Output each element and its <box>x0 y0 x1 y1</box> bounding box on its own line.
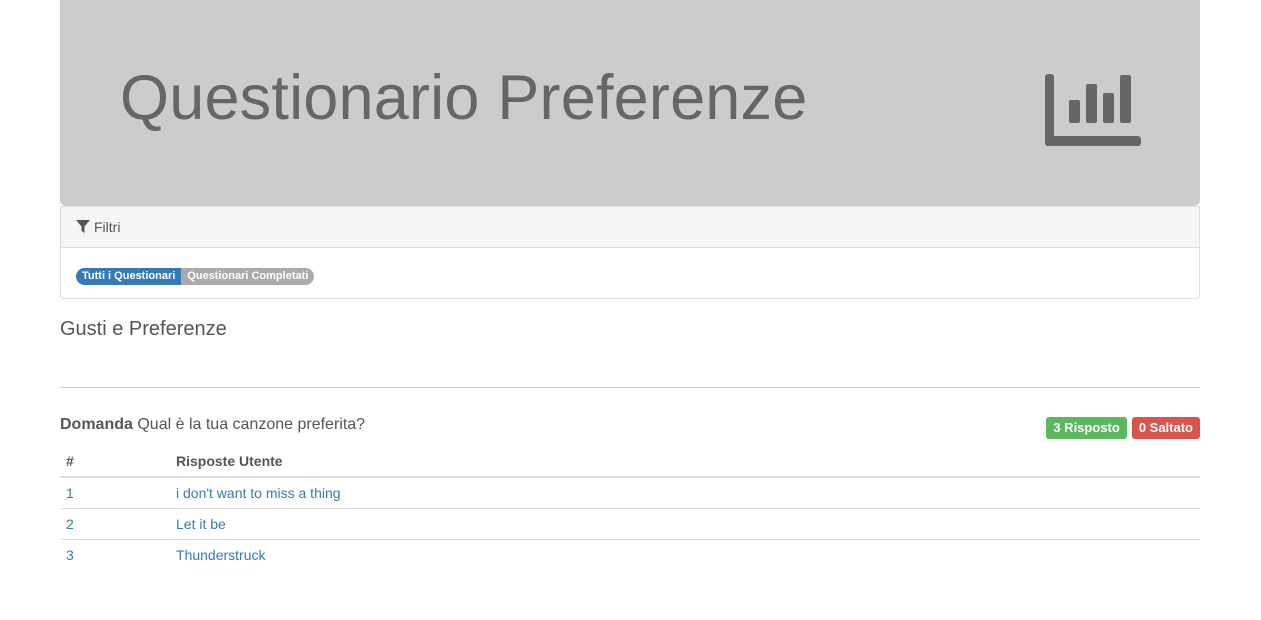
table-row: 3 Thunderstruck <box>60 539 1200 570</box>
filter-icon <box>76 220 90 233</box>
question-heading: Domanda Qual è la tua canzone preferita? <box>60 416 365 434</box>
divider <box>60 387 1200 388</box>
page-title: Questionario Preferenze <box>120 63 808 133</box>
question-stats: 3 Risposto 0 Saltato <box>1046 417 1200 439</box>
column-header-number: # <box>60 446 170 478</box>
answer-link[interactable]: Thunderstruck <box>176 547 265 563</box>
row-number-link[interactable]: 1 <box>66 485 74 501</box>
column-header-user-answers: Risposte Utente <box>170 446 1200 478</box>
bar-chart-icon <box>1045 74 1141 146</box>
answer-link[interactable]: i don't want to miss a thing <box>176 485 341 501</box>
table-row: 2 Let it be <box>60 508 1200 540</box>
answers-table: # Risposte Utente 1 i don't want to miss… <box>60 446 1200 570</box>
table-row: 1 i don't want to miss a thing <box>60 477 1200 509</box>
skipped-count-badge: 0 Saltato <box>1131 417 1200 439</box>
question-label: Domanda <box>60 416 133 433</box>
section-title: Gusti e Preferenze <box>60 318 227 340</box>
questionnaire-filter-toggle: Tutti i Questionari Questionari Completa… <box>76 268 315 285</box>
filters-panel: Filtri Tutti i Questionari Questionari C… <box>60 206 1200 299</box>
row-number-link[interactable]: 3 <box>66 547 74 563</box>
filter-all-questionnaires-button[interactable]: Tutti i Questionari <box>76 268 182 285</box>
page-container: Questionario Preferenze Filtri Tutti i Q… <box>60 0 1200 570</box>
answer-link[interactable]: Let it be <box>176 516 226 532</box>
filters-heading: Filtri <box>61 207 1199 248</box>
answered-count-badge: 3 Risposto <box>1046 417 1127 439</box>
filters-heading-label: Filtri <box>94 219 121 235</box>
question-text: Qual è la tua canzone preferita? <box>137 416 366 433</box>
header-banner: Questionario Preferenze <box>60 0 1200 206</box>
table-header-row: # Risposte Utente <box>60 446 1200 478</box>
filter-completed-questionnaires-button[interactable]: Questionari Completati <box>181 268 315 285</box>
row-number-link[interactable]: 2 <box>66 516 74 532</box>
